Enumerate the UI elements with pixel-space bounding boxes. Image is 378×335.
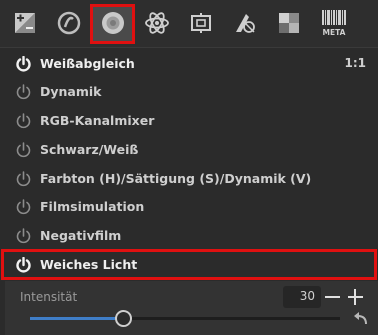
- tab-exposure[interactable]: [10, 8, 40, 38]
- tool-row-label: Farbton (H)/Sättigung (S)/Dynamik (V): [40, 171, 312, 186]
- meta-icon: META: [322, 10, 346, 37]
- tab-advanced[interactable]: [142, 8, 172, 38]
- raw-icon: [236, 14, 255, 33]
- detail-icon: [57, 11, 81, 35]
- power-toggle-icon[interactable]: [16, 113, 31, 129]
- exposure-icon: [15, 13, 35, 33]
- power-toggle-icon[interactable]: [16, 84, 31, 100]
- tool-tabs-bar: META: [0, 0, 378, 47]
- tool-row-label: Negativfilm: [40, 228, 122, 243]
- tab-transform[interactable]: [186, 8, 216, 38]
- tool-row[interactable]: RGB-Kanalmixer: [0, 107, 378, 135]
- tab-color[interactable]: [98, 8, 128, 38]
- decrease-button[interactable]: [325, 296, 340, 298]
- tool-row[interactable]: Schwarz/Weiß: [0, 136, 378, 164]
- reset-icon[interactable]: [352, 312, 368, 326]
- tool-row-label: RGB-Kanalmixer: [40, 113, 155, 128]
- tool-row-label: Weißabgleich: [40, 56, 135, 71]
- tab-meta[interactable]: META: [318, 8, 350, 38]
- power-toggle-icon[interactable]: [16, 142, 31, 158]
- tool-row[interactable]: Farbton (H)/Sättigung (S)/Dynamik (V): [0, 165, 378, 193]
- toolbar-separator: [0, 47, 378, 48]
- power-toggle-icon[interactable]: [16, 199, 31, 215]
- tab-locallab[interactable]: [274, 8, 304, 38]
- tool-row[interactable]: Filmsimulation: [0, 193, 378, 221]
- strength-slider-thumb[interactable]: [114, 310, 132, 327]
- tool-row[interactable]: Weißabgleich 1:1: [0, 50, 378, 78]
- power-toggle-icon[interactable]: [16, 56, 31, 72]
- tool-row[interactable]: Dynamik: [0, 78, 378, 106]
- power-toggle-icon[interactable]: [16, 171, 31, 187]
- locallab-icon: [279, 13, 299, 33]
- tab-raw[interactable]: [230, 8, 260, 38]
- tool-row-label: Schwarz/Weiß: [40, 142, 139, 157]
- power-toggle-icon[interactable]: [16, 228, 31, 244]
- color-icon: [102, 12, 124, 34]
- tool-row-label: Dynamik: [40, 84, 102, 99]
- strength-label: Intensität: [20, 290, 78, 304]
- strength-slider-fill: [30, 317, 123, 320]
- selected-row-highlight: [1, 249, 377, 280]
- increase-button-vertical[interactable]: [354, 289, 356, 305]
- tool-row[interactable]: Negativfilm: [0, 222, 378, 250]
- tab-detail[interactable]: [54, 8, 84, 38]
- zoom-ratio-label: 1:1: [344, 56, 367, 70]
- tool-row-label: Filmsimulation: [40, 199, 145, 214]
- transform-icon: [191, 13, 211, 33]
- svg-text:META: META: [323, 28, 346, 37]
- strength-value-input[interactable]: 30: [283, 286, 321, 308]
- advanced-icon: [145, 12, 169, 34]
